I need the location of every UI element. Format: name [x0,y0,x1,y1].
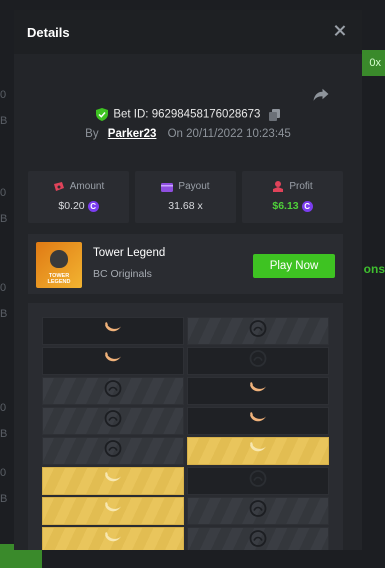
bet-details-modal: Details Bet ID: 96298458176028673 By Par… [14,10,362,550]
tower-tile [42,407,184,435]
tower-tile [187,467,329,495]
banana-icon [103,502,123,521]
bg-bet-amount: 0 B [0,402,8,440]
bg-bet-amount: 0 B [0,467,8,505]
tower-tile [42,377,184,405]
game-name: Tower Legend [93,247,166,259]
profit-icon [273,181,284,192]
banana-icon [248,442,268,461]
stat-label: Profit [289,181,313,192]
tower-tile [187,347,329,375]
bet-datetime: 20/11/2022 10:23:45 [186,128,291,140]
tower-tile [42,497,184,525]
tower-tile [187,437,329,465]
share-icon[interactable] [312,85,330,103]
bet-id-value: 96298458176028673 [151,108,261,121]
stat-label: Amount [69,181,105,192]
tower-grid [42,317,329,550]
bg-bet-amount: 0 B [0,282,8,320]
bet-id-row: Bet ID: 96298458176028673 [14,108,362,121]
thumb-title-line: LEGEND [47,279,71,285]
close-icon[interactable] [332,23,348,39]
tower-tile [187,527,329,550]
skull-icon [249,530,267,551]
tower-tile [42,527,184,550]
bet-id-label: Bet ID: [113,108,149,121]
bg-green-badge: 0x [361,50,385,76]
stat-value: $0.20 [58,200,85,212]
skull-icon [104,440,122,463]
tower-tile [187,377,329,405]
stat-amount: Amount $0.20 C [28,171,129,223]
by-label: By [85,128,99,140]
tower-tile [187,497,329,525]
tower-tile [187,407,329,435]
coin-icon: C [301,200,313,212]
author-row: By Parker23 On 20/11/2022 10:23:45 [14,128,362,140]
username-link[interactable]: Parker23 [108,128,157,140]
tower-tile [42,317,184,345]
game-card: TOWER LEGEND Tower Legend BC Originals P… [28,234,343,294]
modal-header: Details [14,10,362,54]
skull-icon [249,350,267,373]
bg-bet-amount: 0 B [0,187,8,225]
play-now-button[interactable]: Play Now [253,254,335,278]
stat-profit: Profit $6.13 C [242,171,343,223]
game-provider: BC Originals [93,268,152,280]
skull-icon [104,410,122,433]
banana-icon [103,352,123,371]
copy-icon[interactable] [268,108,280,121]
stat-payout: Payout 31.68 x [135,171,236,223]
tower-board [28,303,343,550]
skull-icon [249,320,267,343]
game-thumbnail[interactable]: TOWER LEGEND [36,242,82,288]
tower-tile [187,317,329,345]
bg-bet-amount: 0 B [0,89,8,127]
banana-icon [103,532,123,551]
tower-tile [42,437,184,465]
on-label: On [167,128,183,140]
stat-value: $6.13 [272,200,299,212]
stat-label: Payout [178,181,210,192]
coin-icon: C [87,200,99,212]
skull-icon [249,470,267,493]
modal-title: Details [27,25,70,40]
money-icon [53,181,64,191]
stat-value: 31.68 x [168,200,203,212]
banana-icon [103,472,123,491]
skull-icon [104,380,122,403]
tower-tile [42,347,184,375]
gorilla-icon [50,250,68,268]
banana-icon [248,412,268,431]
banana-icon [103,322,123,341]
bet-stats: Amount $0.20 C Payout 31.68 x Profit $6.… [28,171,343,223]
skull-icon [249,500,267,523]
shield-check-icon [96,108,109,121]
banana-icon [248,382,268,401]
bg-right-text: ons [363,262,385,276]
wallet-icon [161,182,174,192]
tower-tile [42,467,184,495]
